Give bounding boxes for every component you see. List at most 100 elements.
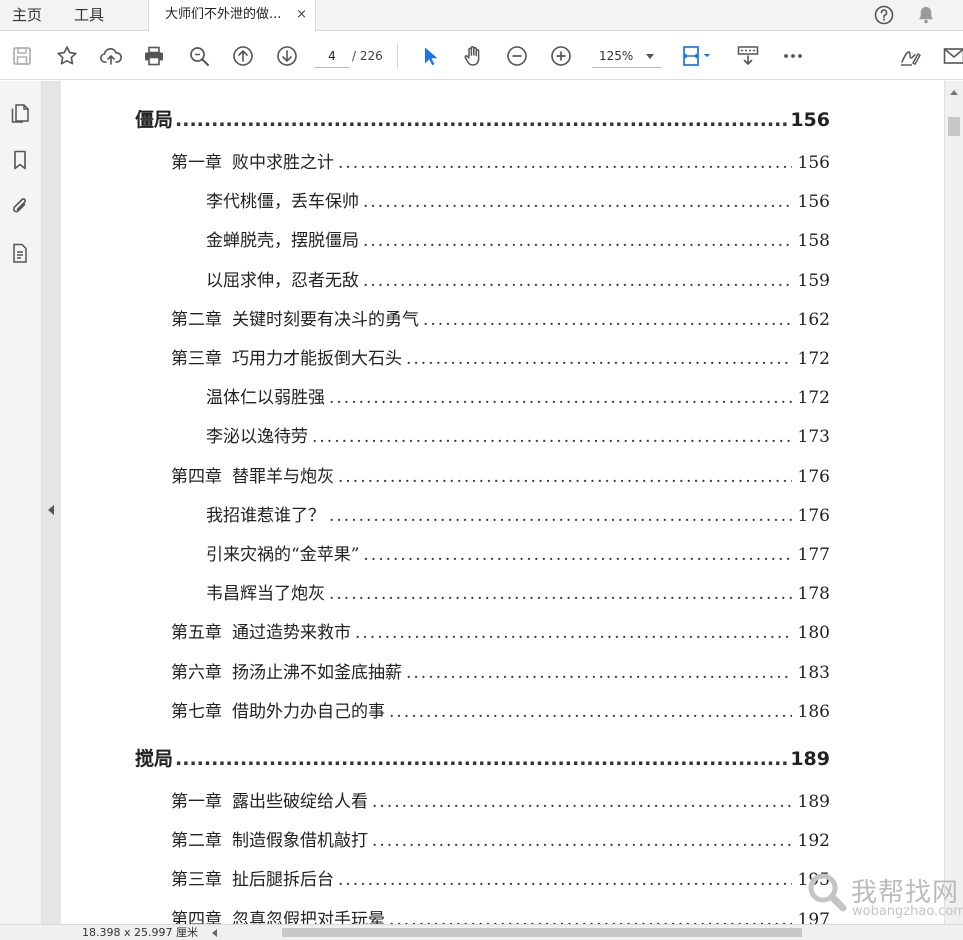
toc-title-text: 借助外力办自己的事 bbox=[232, 701, 385, 722]
tab-bar: 主页 工具 大师们不外泄的做... × bbox=[0, 0, 963, 32]
sign-icon[interactable] bbox=[898, 44, 922, 68]
zoom-level-dropdown[interactable]: 125% bbox=[592, 44, 662, 68]
toc-entry-part[interactable]: 僵局......................................… bbox=[135, 105, 830, 132]
fit-page-icon[interactable] bbox=[680, 44, 714, 68]
page-total: / 226 bbox=[352, 49, 383, 63]
toc-entry-title: 搅局 bbox=[135, 744, 173, 771]
page-thumbnails-icon[interactable] bbox=[9, 101, 31, 125]
toc-entry-chapter[interactable]: 第四章 替罪羊与炮灰...............................… bbox=[171, 462, 830, 487]
toc-leader-dots: ........................................… bbox=[363, 231, 792, 252]
document-viewport: 僵局......................................… bbox=[61, 81, 944, 924]
toolbar-divider bbox=[397, 43, 398, 69]
bookmarks-icon[interactable] bbox=[9, 148, 31, 172]
toc-title-text: 金蝉脱壳，摆脱僵局 bbox=[206, 231, 359, 252]
toc-leader-dots: ........................................… bbox=[175, 748, 787, 770]
page-number-input[interactable] bbox=[314, 44, 350, 68]
page-up-icon[interactable] bbox=[231, 44, 255, 68]
toc-leader-dots: ........................................… bbox=[312, 427, 792, 448]
toc-title-text: 李代桃僵，丢车保帅 bbox=[206, 192, 359, 213]
toc-page-number: 156 bbox=[797, 153, 830, 173]
toc-entry-chapter[interactable]: 第一章 败中求胜之计...............................… bbox=[171, 148, 830, 173]
toc-entry-section[interactable]: 以屈求伸，忍者无敌...............................… bbox=[206, 266, 830, 291]
toc-leader-dots: ........................................… bbox=[363, 545, 791, 565]
document-tab[interactable]: 大师们不外泄的做... × bbox=[148, 0, 316, 32]
hand-tool-icon[interactable] bbox=[461, 44, 485, 68]
toc-entry-chapter[interactable]: 第一章 露出些破绽给人看.............................… bbox=[171, 787, 830, 812]
scroll-left-icon[interactable] bbox=[212, 929, 217, 937]
toc-chapter-number: 第三章 bbox=[171, 349, 222, 369]
scroll-up-icon[interactable] bbox=[950, 90, 958, 95]
attachments-icon[interactable] bbox=[9, 194, 31, 218]
toc-entry-title: 第二章 关键时刻要有决斗的勇气 bbox=[171, 305, 419, 330]
toc-entry-section[interactable]: 引来灾祸的“金苹果”..............................… bbox=[206, 540, 830, 565]
toc-chapter-number: 第三章 bbox=[171, 870, 222, 891]
toc-leader-dots: ........................................… bbox=[338, 153, 792, 173]
toc-title-text: 以屈求伸，忍者无敌 bbox=[206, 270, 359, 291]
cloud-upload-icon[interactable] bbox=[99, 44, 123, 68]
toc-leader-dots: ........................................… bbox=[175, 109, 787, 131]
toc-page-number: 156 bbox=[790, 109, 830, 131]
toc-entry-section[interactable]: 李代桃僵，丢车保帅...............................… bbox=[206, 187, 830, 212]
document-tab-title: 大师们不外泄的做... bbox=[165, 7, 282, 22]
horizontal-scrollbar-thumb[interactable] bbox=[282, 928, 802, 937]
scroll-mode-icon[interactable] bbox=[736, 44, 760, 68]
toc-entry-title: 以屈求伸，忍者无敌 bbox=[206, 266, 359, 291]
toc-entry-title: 韦昌辉当了炮灰 bbox=[206, 579, 325, 604]
document-properties-icon[interactable] bbox=[9, 241, 31, 265]
tab-home[interactable]: 主页 bbox=[12, 0, 42, 31]
toc-entry-title: 第三章 扯后腿拆后台 bbox=[171, 865, 334, 890]
toc-title-text: 我招谁惹谁了？ bbox=[206, 505, 325, 526]
zoom-in-icon[interactable] bbox=[549, 44, 573, 68]
page-down-icon[interactable] bbox=[275, 44, 299, 68]
toc-entry-chapter[interactable]: 第二章 关键时刻要有决斗的勇气..........................… bbox=[171, 305, 830, 330]
tab-tools[interactable]: 工具 bbox=[74, 0, 104, 31]
toc-entry-title: 温体仁以弱胜强 bbox=[206, 383, 325, 408]
toolbar: / 226 125% bbox=[0, 32, 963, 80]
select-cursor-icon[interactable] bbox=[418, 44, 442, 68]
toc-entry-part[interactable]: 搅局......................................… bbox=[135, 744, 830, 771]
notifications-bell-icon[interactable] bbox=[915, 4, 937, 26]
toc-entry-section[interactable]: 温体仁以弱胜强.................................… bbox=[206, 383, 830, 408]
toc-chapter-number: 第六章 bbox=[171, 662, 222, 683]
toc-entry-section[interactable]: 我招谁惹谁了？.................................… bbox=[206, 501, 830, 526]
toc-page-number: 159 bbox=[797, 270, 830, 291]
toc-page-number: 180 bbox=[797, 623, 830, 644]
toc-leader-dots: ........................................… bbox=[423, 309, 792, 330]
toc-title-text: 露出些破绽给人看 bbox=[232, 792, 368, 812]
watermark-en-text: wobangzhao.com bbox=[852, 904, 963, 919]
toc-entry-chapter[interactable]: 第六章 扬汤止沸不如釜底抽薪...........................… bbox=[171, 658, 830, 683]
vertical-scrollbar[interactable] bbox=[944, 81, 963, 924]
toc-entry-chapter[interactable]: 第三章 扯后腿拆后台...............................… bbox=[171, 865, 830, 890]
mail-icon[interactable] bbox=[942, 44, 963, 68]
toc-entry-chapter[interactable]: 第二章 制造假象借机敲打.............................… bbox=[171, 826, 830, 851]
collapse-panel-icon[interactable] bbox=[48, 505, 54, 515]
toc-entry-chapter[interactable]: 第七章 借助外力办自己的事............................… bbox=[171, 697, 830, 722]
toc-entry-section[interactable]: 金蝉脱壳，摆脱僵局...............................… bbox=[206, 226, 830, 251]
toc-page-number: 176 bbox=[797, 466, 830, 487]
zoom-out-icon[interactable] bbox=[505, 44, 529, 68]
toc-entry-section[interactable]: 李泌以逸待劳..................................… bbox=[206, 422, 830, 447]
toc-leader-dots: ........................................… bbox=[363, 192, 792, 213]
vertical-scrollbar-thumb[interactable] bbox=[948, 117, 960, 136]
left-navigation-rail bbox=[0, 81, 42, 940]
close-tab-button[interactable]: × bbox=[296, 0, 307, 30]
toc-entry-section[interactable]: 韦昌辉当了炮灰.................................… bbox=[206, 579, 830, 604]
toc-page-number: 158 bbox=[797, 231, 830, 252]
toc-entry-title: 僵局 bbox=[135, 105, 173, 132]
bookmark-star-icon[interactable] bbox=[55, 44, 79, 68]
toc-leader-dots: ........................................… bbox=[406, 662, 792, 683]
toc-entry-chapter[interactable]: 第四章 忽真忽假把对手玩晕............................… bbox=[171, 905, 830, 924]
toc-leader-dots: ........................................… bbox=[338, 870, 792, 891]
toc-title-text: 败中求胜之计 bbox=[232, 153, 334, 173]
toc-entry-chapter[interactable]: 第三章 巧用力才能扳倒大石头...........................… bbox=[171, 344, 830, 369]
zoom-search-icon[interactable] bbox=[187, 44, 211, 68]
save-icon[interactable] bbox=[10, 44, 34, 68]
print-icon[interactable] bbox=[142, 44, 166, 68]
more-icon[interactable] bbox=[781, 44, 805, 68]
help-icon[interactable] bbox=[874, 5, 894, 25]
toc-title-text: 巧用力才能扳倒大石头 bbox=[232, 349, 402, 369]
toc-entry-chapter[interactable]: 第五章 通过造势来救市..............................… bbox=[171, 618, 830, 643]
toc-entry-title: 第五章 通过造势来救市 bbox=[171, 618, 351, 643]
toc-leader-dots: ........................................… bbox=[406, 349, 792, 369]
toc-page-number: 183 bbox=[797, 662, 830, 683]
